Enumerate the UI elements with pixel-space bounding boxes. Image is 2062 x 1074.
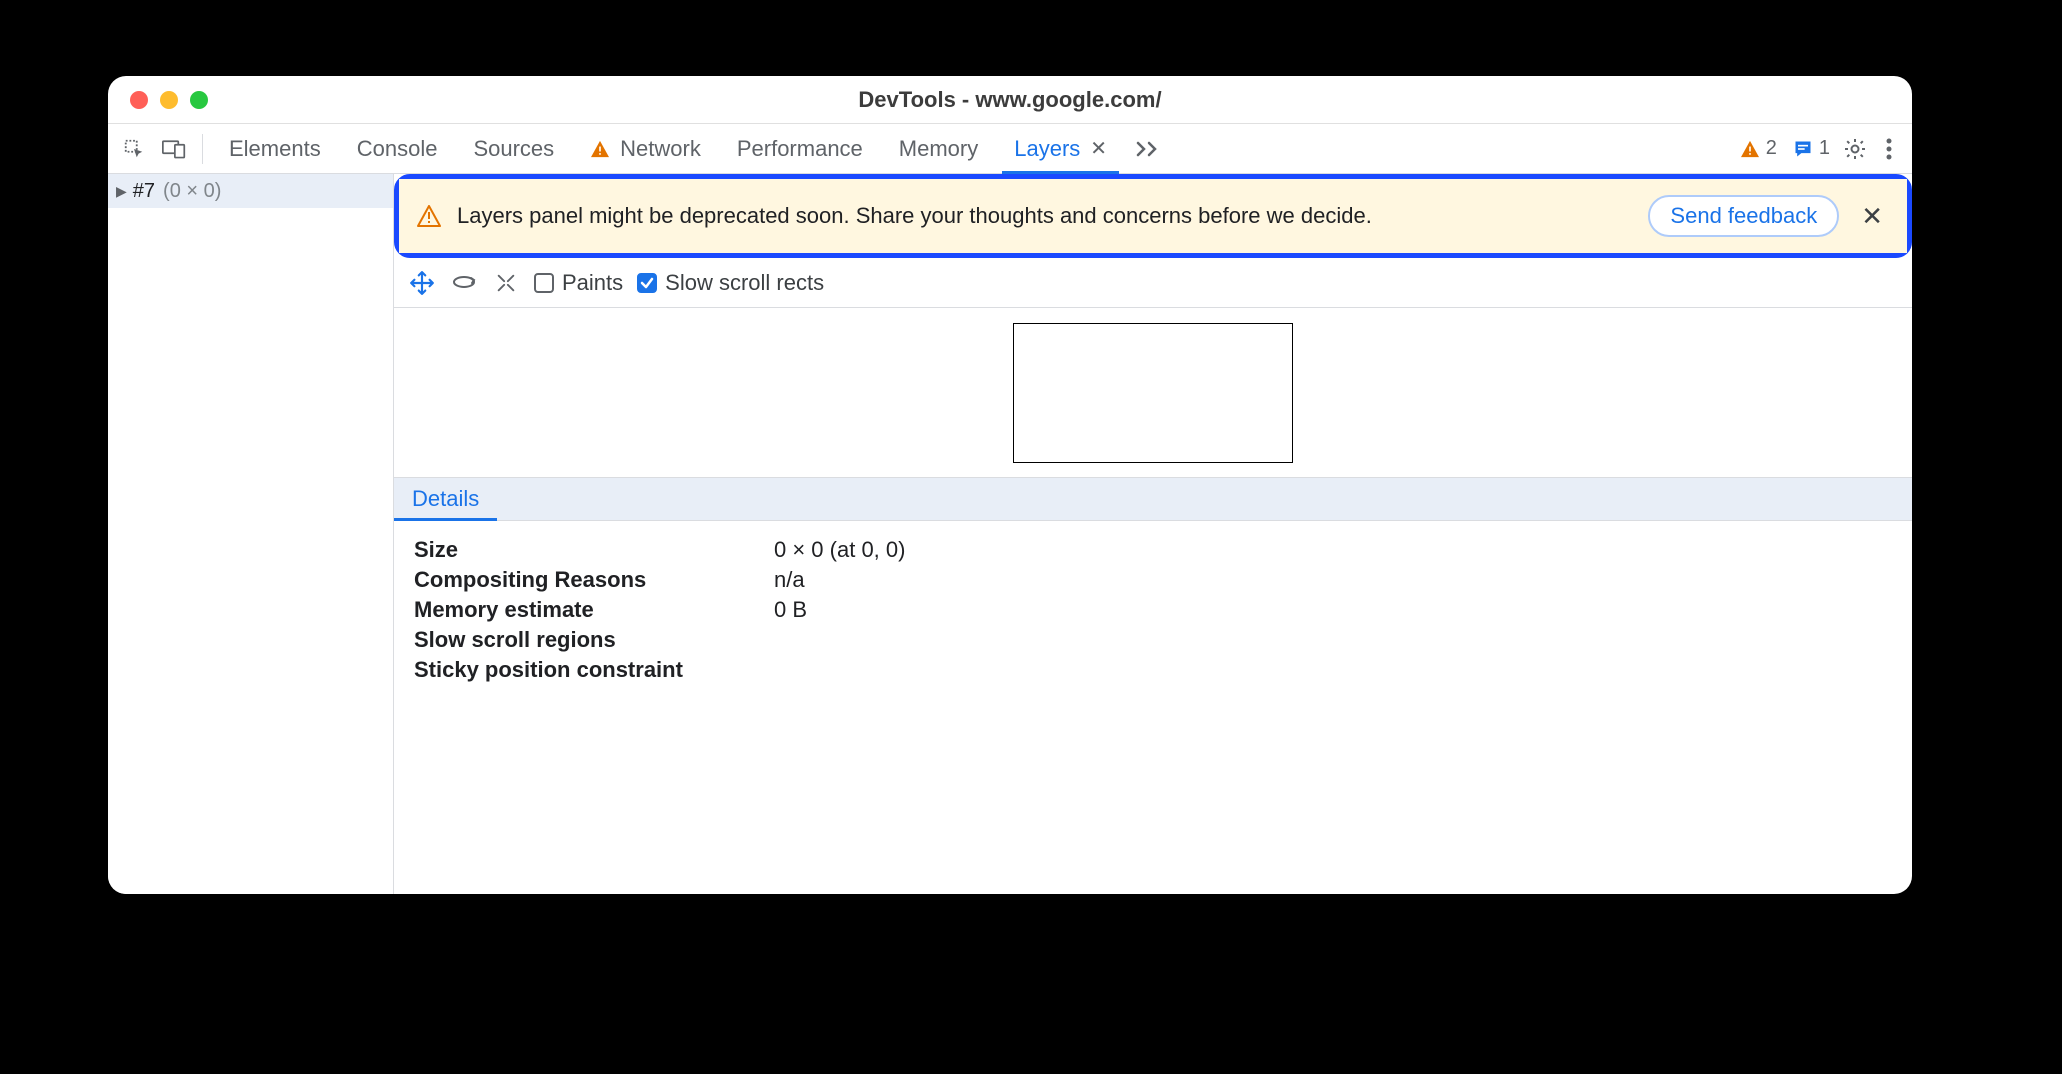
detail-key: Slow scroll regions <box>414 627 774 653</box>
message-icon <box>1793 139 1813 159</box>
window-zoom-button[interactable] <box>190 91 208 109</box>
layer-label: #7 <box>133 180 155 203</box>
inspect-element-icon[interactable] <box>118 133 150 165</box>
more-menu-icon[interactable] <box>1872 132 1906 166</box>
count-value: 1 <box>1819 137 1830 160</box>
deprecation-banner-highlight: Layers panel might be deprecated soon. S… <box>394 174 1912 258</box>
slow-scroll-rects-checkbox[interactable]: Slow scroll rects <box>637 270 824 296</box>
details-tab[interactable]: Details <box>394 478 497 520</box>
settings-icon[interactable] <box>1838 132 1872 166</box>
titlebar: DevTools - www.google.com/ <box>108 76 1912 124</box>
layer-dimensions: (0 × 0) <box>163 180 221 203</box>
warning-icon <box>590 140 610 158</box>
close-icon[interactable]: ✕ <box>1090 136 1107 161</box>
pan-mode-icon[interactable] <box>408 269 436 297</box>
main-toolbar: Elements Console Sources Network Perform… <box>108 124 1912 174</box>
tab-performance[interactable]: Performance <box>719 124 881 173</box>
detail-key: Compositing Reasons <box>414 567 774 593</box>
tab-label: Details <box>412 486 479 511</box>
messages-counter[interactable]: 1 <box>1785 137 1838 160</box>
tab-console[interactable]: Console <box>339 124 456 173</box>
send-feedback-button[interactable]: Send feedback <box>1648 195 1839 237</box>
paints-checkbox[interactable]: Paints <box>534 270 623 296</box>
warning-icon <box>417 205 441 227</box>
deprecation-banner: Layers panel might be deprecated soon. S… <box>399 179 1907 253</box>
tab-label: Performance <box>737 136 863 162</box>
traffic-lights <box>108 91 208 109</box>
rotate-mode-icon[interactable] <box>450 269 478 297</box>
detail-value: 0 B <box>774 597 807 623</box>
tab-memory[interactable]: Memory <box>881 124 996 173</box>
checkbox-label: Paints <box>562 270 623 296</box>
device-toggle-icon[interactable] <box>158 133 190 165</box>
detail-row-slow-scroll: Slow scroll regions <box>414 627 1892 653</box>
warning-icon <box>1740 140 1760 158</box>
tab-label: Sources <box>473 136 554 162</box>
banner-text: Layers panel might be deprecated soon. S… <box>457 203 1632 229</box>
detail-row-size: Size 0 × 0 (at 0, 0) <box>414 537 1892 563</box>
checkbox-label: Slow scroll rects <box>665 270 824 296</box>
tab-network[interactable]: Network <box>572 124 719 173</box>
detail-key: Sticky position constraint <box>414 657 774 683</box>
expand-arrow-icon[interactable]: ▶ <box>116 183 127 200</box>
layers-sidebar: ▶ #7 (0 × 0) <box>108 174 394 894</box>
panel-tabs: Elements Console Sources Network Perform… <box>211 124 1171 173</box>
devtools-window: DevTools - www.google.com/ Elements Cons… <box>108 76 1912 894</box>
reset-view-icon[interactable] <box>492 269 520 297</box>
window-minimize-button[interactable] <box>160 91 178 109</box>
detail-value: n/a <box>774 567 805 593</box>
window-close-button[interactable] <box>130 91 148 109</box>
count-value: 2 <box>1766 137 1777 160</box>
layers-canvas[interactable] <box>394 308 1912 478</box>
issues-counter[interactable]: 2 <box>1732 137 1785 160</box>
tab-elements[interactable]: Elements <box>211 124 339 173</box>
tab-label: Layers <box>1014 136 1080 162</box>
detail-key: Memory estimate <box>414 597 774 623</box>
tab-label: Elements <box>229 136 321 162</box>
layer-tree-item[interactable]: ▶ #7 (0 × 0) <box>108 174 393 208</box>
details-tabbar: Details <box>394 478 1912 521</box>
layers-content: Layers panel might be deprecated soon. S… <box>394 174 1912 894</box>
tab-label: Network <box>620 136 701 162</box>
close-icon[interactable]: ✕ <box>1855 197 1889 236</box>
main-area: ▶ #7 (0 × 0) Layers panel might be depre… <box>108 174 1912 894</box>
layer-rect[interactable] <box>1013 323 1293 463</box>
detail-row-sticky: Sticky position constraint <box>414 657 1892 683</box>
separator <box>202 134 203 164</box>
tab-sources[interactable]: Sources <box>455 124 572 173</box>
layers-toolbar: Paints Slow scroll rects <box>394 258 1912 308</box>
tab-label: Memory <box>899 136 978 162</box>
window-title: DevTools - www.google.com/ <box>108 87 1912 113</box>
tab-label: Console <box>357 136 438 162</box>
detail-key: Size <box>414 537 774 563</box>
detail-row-memory: Memory estimate 0 B <box>414 597 1892 623</box>
tab-layers[interactable]: Layers ✕ <box>996 124 1125 173</box>
checkbox-icon <box>637 273 657 293</box>
tabs-overflow-button[interactable] <box>1125 141 1171 157</box>
details-body: Size 0 × 0 (at 0, 0) Compositing Reasons… <box>394 521 1912 699</box>
detail-row-compositing: Compositing Reasons n/a <box>414 567 1892 593</box>
checkbox-icon <box>534 273 554 293</box>
detail-value: 0 × 0 (at 0, 0) <box>774 537 905 563</box>
